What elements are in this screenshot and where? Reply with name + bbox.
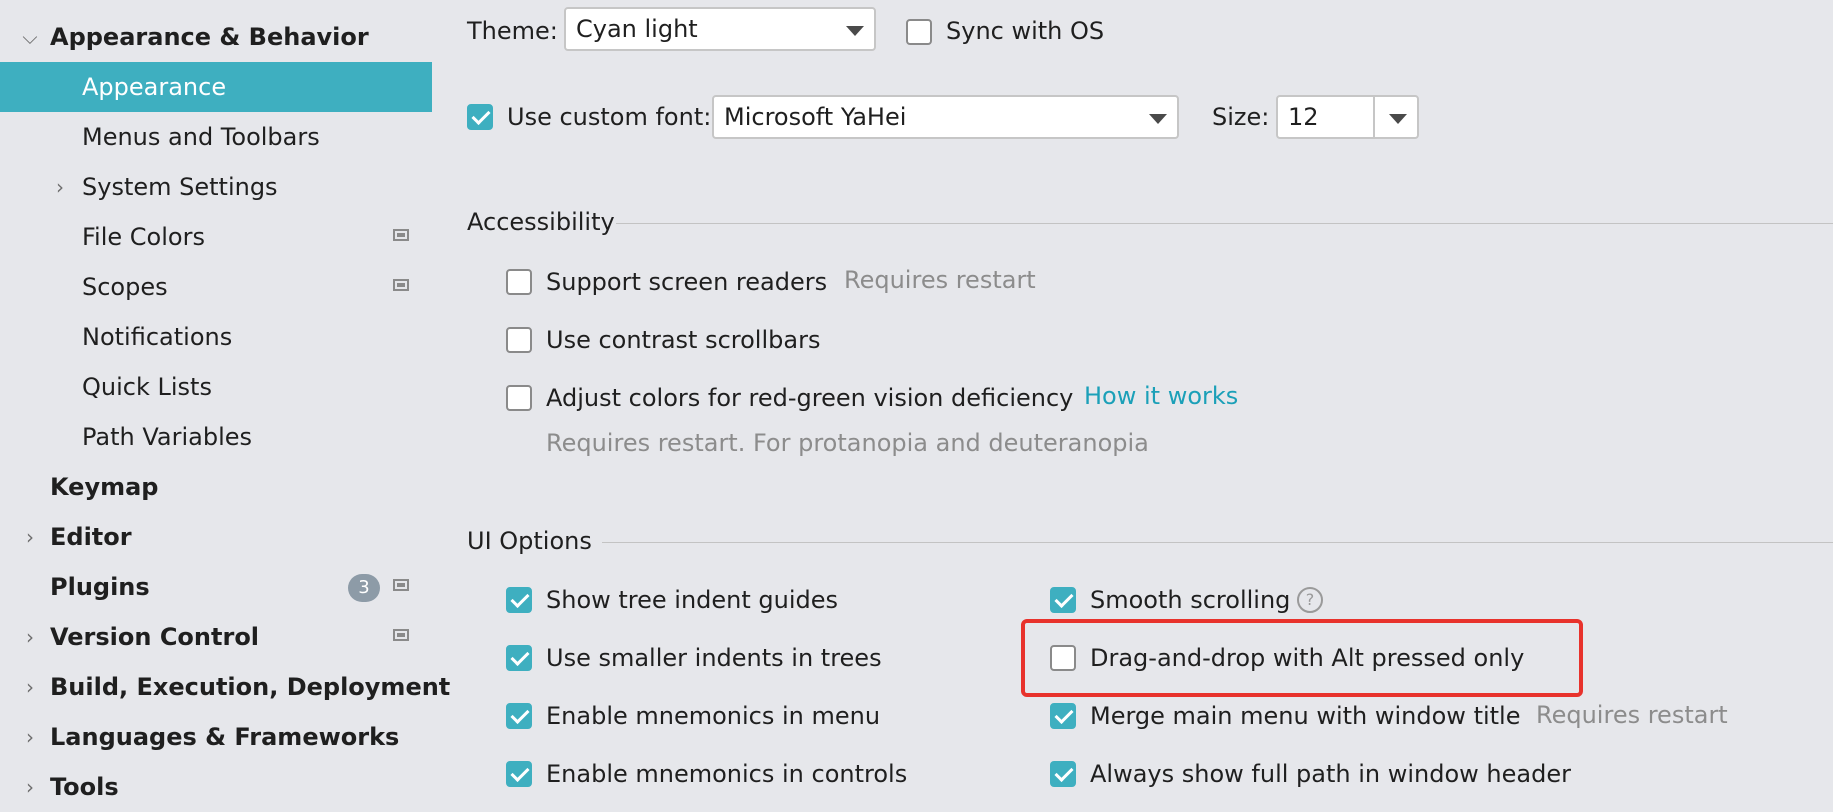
- dropdown-arrow-icon: [1149, 114, 1167, 124]
- project-settings-icon: [393, 229, 409, 241]
- sidebar-item-label: Version Control: [50, 623, 260, 651]
- chevron-right-icon[interactable]: ›: [18, 662, 42, 712]
- theme-dropdown[interactable]: Cyan light: [564, 7, 876, 51]
- accessibility-group-title: Accessibility: [467, 208, 615, 236]
- font-size-combo[interactable]: 12: [1276, 95, 1419, 139]
- sidebar-item-label: System Settings: [82, 173, 278, 201]
- theme-label: Theme:: [467, 17, 558, 45]
- combo-separator: [1373, 97, 1375, 137]
- font-size-value: 12: [1288, 103, 1319, 131]
- use-custom-font-checkbox[interactable]: [467, 104, 493, 130]
- sidebar-item-version-control[interactable]: › Version Control: [0, 612, 432, 662]
- highlight-annotation-box: [1021, 619, 1583, 697]
- full-path-header-checkbox[interactable]: [1050, 761, 1076, 787]
- sidebar-item-editor[interactable]: › Editor: [0, 512, 432, 562]
- sidebar-item-label: Scopes: [82, 273, 168, 301]
- sidebar-item-menus-toolbars[interactable]: Menus and Toolbars: [0, 112, 432, 162]
- sidebar-item-label: Plugins: [50, 573, 150, 601]
- requires-restart-hint: Requires restart: [844, 266, 1036, 294]
- sidebar-item-plugins[interactable]: Plugins 3: [0, 562, 432, 612]
- dropdown-arrow-icon: [1389, 114, 1407, 124]
- theme-dropdown-value: Cyan light: [576, 15, 698, 43]
- requires-restart-hint: Requires restart: [1536, 701, 1728, 729]
- chevron-right-icon[interactable]: ›: [48, 162, 72, 212]
- mnemonics-menu-label: Enable mnemonics in menu: [546, 702, 881, 730]
- sidebar-item-system-settings[interactable]: › System Settings: [0, 162, 432, 212]
- sidebar-item-label: Quick Lists: [82, 373, 212, 401]
- sidebar-item-appearance[interactable]: Appearance: [0, 62, 432, 112]
- merge-main-menu-checkbox[interactable]: [1050, 703, 1076, 729]
- smaller-indents-label: Use smaller indents in trees: [546, 644, 882, 672]
- dropdown-arrow-icon: [846, 26, 864, 36]
- color-deficiency-hint: Requires restart. For protanopia and deu…: [546, 429, 1149, 457]
- sidebar-item-scopes[interactable]: Scopes: [0, 262, 432, 312]
- smooth-scrolling-label: Smooth scrolling: [1090, 586, 1291, 614]
- ui-options-group-title: UI Options: [467, 527, 592, 555]
- tree-indent-guides-checkbox[interactable]: [506, 587, 532, 613]
- chevron-down-icon[interactable]: ⌵: [18, 12, 42, 62]
- contrast-scrollbars-checkbox[interactable]: [506, 327, 532, 353]
- sidebar-item-label: Languages & Frameworks: [50, 723, 400, 751]
- project-settings-icon: [393, 579, 409, 591]
- sidebar-item-label: Keymap: [50, 473, 159, 501]
- contrast-scrollbars-label: Use contrast scrollbars: [546, 326, 821, 354]
- sidebar-item-label: Tools: [50, 773, 119, 801]
- sidebar-item-keymap[interactable]: Keymap: [0, 462, 432, 512]
- chevron-right-icon[interactable]: ›: [18, 712, 42, 762]
- tree-indent-guides-label: Show tree indent guides: [546, 586, 839, 614]
- mnemonics-controls-label: Enable mnemonics in controls: [546, 760, 908, 788]
- sidebar-item-label: Path Variables: [82, 423, 253, 451]
- chevron-right-icon[interactable]: ›: [18, 512, 42, 562]
- support-screen-readers-label: Support screen readers: [546, 268, 828, 296]
- font-dropdown-value: Microsoft YaHei: [724, 103, 907, 131]
- sidebar-item-notifications[interactable]: Notifications: [0, 312, 432, 362]
- sidebar-item-label: Appearance & Behavior: [50, 23, 369, 51]
- sidebar-item-label: Appearance: [82, 73, 227, 101]
- use-custom-font-label: Use custom font:: [507, 103, 712, 131]
- sidebar-item-languages-frameworks[interactable]: › Languages & Frameworks: [0, 712, 432, 762]
- group-divider: [602, 542, 1833, 543]
- chevron-right-icon[interactable]: ›: [18, 762, 42, 812]
- sidebar-item-build-execution-deployment[interactable]: › Build, Execution, Deployment: [0, 662, 450, 712]
- sidebar-item-tools[interactable]: › Tools: [0, 762, 432, 812]
- how-it-works-link[interactable]: How it works: [1084, 381, 1238, 411]
- smaller-indents-checkbox[interactable]: [506, 645, 532, 671]
- sidebar-item-appearance-behavior[interactable]: ⌵ Appearance & Behavior: [0, 12, 432, 62]
- project-settings-icon: [393, 279, 409, 291]
- support-screen-readers-checkbox[interactable]: [506, 269, 532, 295]
- mnemonics-menu-checkbox[interactable]: [506, 703, 532, 729]
- sidebar-item-label: Menus and Toolbars: [82, 123, 320, 151]
- font-size-label: Size:: [1212, 103, 1270, 131]
- merge-main-menu-label: Merge main menu with window title: [1090, 702, 1521, 730]
- mnemonics-controls-checkbox[interactable]: [506, 761, 532, 787]
- smooth-scrolling-checkbox[interactable]: [1050, 587, 1076, 613]
- plugin-updates-badge: 3: [348, 574, 380, 602]
- sync-with-os-label: Sync with OS: [946, 17, 1105, 45]
- help-icon[interactable]: ?: [1297, 587, 1323, 613]
- chevron-right-icon[interactable]: ›: [18, 612, 42, 662]
- appearance-settings-panel: Theme: Cyan light Sync with OS Use custo…: [432, 0, 1833, 788]
- project-settings-icon: [393, 629, 409, 641]
- color-deficiency-checkbox[interactable]: [506, 385, 532, 411]
- settings-sidebar: ⌵ Appearance & Behavior Appearance Menus…: [0, 0, 450, 801]
- sync-with-os-checkbox[interactable]: [906, 19, 932, 45]
- sidebar-item-label: File Colors: [82, 223, 205, 251]
- sidebar-item-label: Notifications: [82, 323, 233, 351]
- sidebar-item-path-variables[interactable]: Path Variables: [0, 412, 432, 462]
- group-divider: [616, 223, 1833, 224]
- full-path-header-label: Always show full path in window header: [1090, 760, 1571, 788]
- sidebar-item-quick-lists[interactable]: Quick Lists: [0, 362, 432, 412]
- sidebar-item-label: Build, Execution, Deployment: [50, 673, 451, 701]
- font-dropdown[interactable]: Microsoft YaHei: [712, 95, 1179, 139]
- sidebar-item-label: Editor: [50, 523, 132, 551]
- color-deficiency-label: Adjust colors for red-green vision defic…: [546, 384, 1074, 412]
- sidebar-item-file-colors[interactable]: File Colors: [0, 212, 432, 262]
